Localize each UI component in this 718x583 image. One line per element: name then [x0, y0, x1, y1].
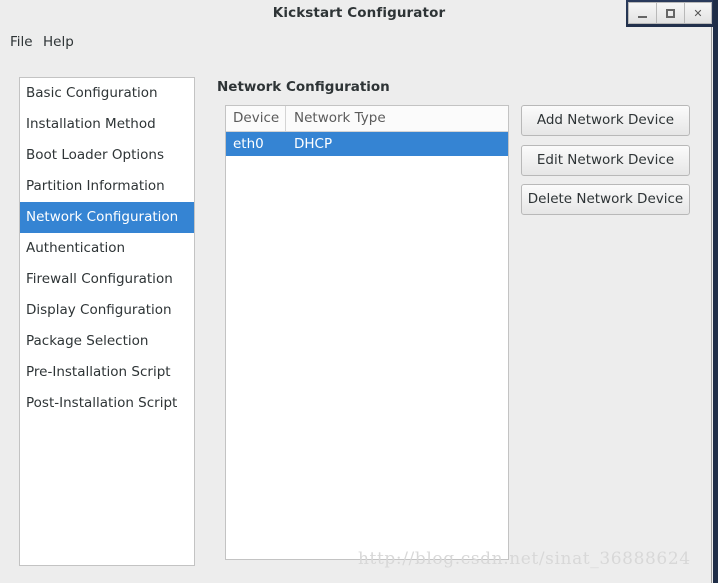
window-controls: ✕ [628, 2, 712, 24]
column-header-device[interactable]: Device [226, 106, 286, 131]
cell-device: eth0 [233, 136, 264, 152]
add-network-device-button[interactable]: Add Network Device [521, 105, 690, 136]
right-accent-strip [713, 0, 718, 583]
minimize-icon [629, 3, 656, 23]
sidebar-item-basic-configuration[interactable]: Basic Configuration [20, 78, 194, 109]
network-device-table[interactable]: Device Network Type eth0 DHCP [225, 105, 509, 560]
sidebar-item-firewall-configuration[interactable]: Firewall Configuration [20, 264, 194, 295]
application-window: Kickstart Configurator ✕ File Help Basic… [0, 0, 718, 583]
right-divider [711, 27, 712, 583]
window-title: Kickstart Configurator [272, 5, 446, 21]
sidebar-category-list[interactable]: Basic Configuration Installation Method Bo… [19, 77, 195, 566]
menu-item-help[interactable]: Help [36, 27, 81, 57]
sidebar-item-display-configuration[interactable]: Display Configuration [20, 295, 194, 326]
minimize-button[interactable] [628, 2, 656, 24]
page-title: Network Configuration [217, 79, 390, 95]
cell-network-type: DHCP [294, 136, 333, 152]
sidebar-item-network-configuration[interactable]: Network Configuration [20, 202, 194, 233]
menu-item-file[interactable]: File [3, 27, 40, 57]
maximize-button[interactable] [656, 2, 684, 24]
table-row[interactable]: eth0 DHCP [226, 132, 508, 156]
title-bar: Kickstart Configurator ✕ [0, 0, 718, 27]
sidebar-item-post-installation-script[interactable]: Post-Installation Script [20, 388, 194, 419]
table-body: eth0 DHCP [226, 132, 508, 156]
sidebar-item-authentication[interactable]: Authentication [20, 233, 194, 264]
close-icon: ✕ [693, 6, 703, 20]
close-button[interactable]: ✕ [684, 2, 712, 24]
sidebar-item-partition-information[interactable]: Partition Information [20, 171, 194, 202]
menu-bar: File Help [0, 27, 718, 57]
delete-network-device-button[interactable]: Delete Network Device [521, 184, 690, 215]
edit-network-device-button[interactable]: Edit Network Device [521, 145, 690, 176]
sidebar-item-boot-loader-options[interactable]: Boot Loader Options [20, 140, 194, 171]
window-controls-strip: ✕ [626, 0, 718, 27]
column-header-network-type[interactable]: Network Type [286, 106, 508, 131]
sidebar-item-pre-installation-script[interactable]: Pre-Installation Script [20, 357, 194, 388]
sidebar-item-package-selection[interactable]: Package Selection [20, 326, 194, 357]
maximize-icon [657, 3, 684, 23]
table-header-row: Device Network Type [226, 106, 508, 132]
sidebar-item-installation-method[interactable]: Installation Method [20, 109, 194, 140]
